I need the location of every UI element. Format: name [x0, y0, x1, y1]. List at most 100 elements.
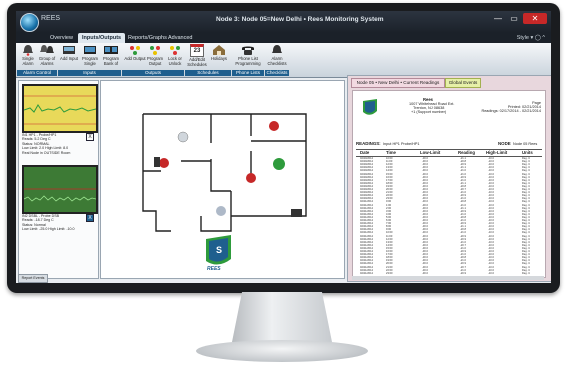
group-phone-lists: Phone Lists [232, 70, 264, 76]
group-checklists: Checklists [265, 70, 289, 76]
house-icon [213, 45, 225, 55]
sensor-green-1[interactable] [273, 158, 285, 170]
add-edit-schedules-label: Add/Edit Schedules [187, 57, 207, 67]
tab-overview[interactable]: Overview [46, 33, 77, 43]
tab-global-events[interactable]: Global Events [445, 78, 481, 88]
readings-input-label: Input HP1 Probe/HP1 [383, 142, 420, 146]
table-cell: 23:00 [386, 271, 393, 275]
app-menu-orb-icon[interactable] [20, 13, 39, 32]
readings-table-header: Date Time Low-Limit Reading High-Limit U… [356, 149, 542, 157]
col-units: Units [522, 150, 533, 155]
rees-logo-text: REES [207, 266, 221, 272]
ribbon-tabs: Overview Inputs/Outputs Reports/Graphs A… [16, 33, 551, 43]
group-schedules: Schedules [185, 70, 231, 76]
monitor-bezel: REES Node 3: Node 05=New Delhi • Rees Mo… [7, 3, 560, 293]
table-cell: -30.0 [422, 271, 428, 275]
title-bar: REES Node 3: Node 05=New Delhi • Rees Mo… [16, 11, 551, 33]
table-cell: -20.9 [460, 271, 466, 275]
telephone-icon [242, 46, 254, 55]
window-title: Node 3: Node 05=New Delhi • Rees Monitor… [216, 16, 384, 23]
device-icon[interactable] [154, 157, 160, 167]
floor-plan-map: S [142, 113, 307, 265]
col-reading: Reading [458, 150, 475, 155]
phone-list-label: Phone List Programming [235, 56, 261, 66]
tab-inputs-outputs[interactable]: Inputs/Outputs [78, 33, 126, 43]
report-horizontal-scrollbar[interactable] [352, 276, 544, 280]
minimize-button[interactable]: — [490, 13, 506, 24]
output-dots-icon [130, 46, 140, 55]
svg-text:S: S [216, 245, 222, 255]
col-time: Time [386, 150, 396, 155]
report-events-tab[interactable]: Report Events [18, 274, 48, 283]
program-output-button[interactable]: Program Output [144, 44, 166, 66]
lock-unlock-button[interactable]: Lock or Unlock [164, 44, 186, 66]
program-bank-icon [104, 46, 118, 54]
table-cell: Deg. C [522, 271, 531, 275]
floor-plan-panel: S REES [100, 80, 345, 279]
col-date: Date [360, 150, 370, 155]
add-output-button[interactable]: Add Output [124, 44, 146, 62]
program-output-label: Program Output [146, 56, 164, 66]
table-cell: 02/21/2014 [360, 271, 373, 275]
add-output-label: Add Output [124, 56, 146, 61]
program-output-icon [150, 46, 160, 55]
node-heading: NODE [498, 141, 511, 146]
col-high-limit: High-Limit [486, 150, 508, 155]
add-input-button[interactable]: Add Input [58, 44, 80, 62]
input-module-icon [63, 46, 75, 54]
alarm-group-icon [40, 45, 54, 53]
holidays-button[interactable]: Holidays [208, 44, 230, 62]
maximize-button[interactable]: ▭ [506, 13, 522, 24]
node-sub-label: Node 05 Rees [513, 142, 538, 146]
rees-logo: S [206, 235, 231, 265]
input-graph-yellow[interactable] [22, 84, 98, 133]
tab-advanced[interactable]: Advanced [164, 33, 196, 43]
card2-close-button[interactable]: X [86, 214, 94, 222]
ribbon-toolbar: Single Alarm Group of Alarms Add Input P… [16, 43, 551, 78]
report-panel: Node 05 • New Delhi • Current Readings G… [347, 75, 551, 282]
rees-report-logo-icon [363, 99, 377, 115]
readings-heading: READINGS: [356, 141, 381, 146]
alarm-checklists-label: Alarm Checklists [267, 56, 287, 66]
program-single-button[interactable]: Program Single [79, 44, 101, 66]
holidays-label: Holidays [210, 56, 228, 61]
add-input-label: Add Input [60, 56, 78, 61]
readings-report: Rees 1007 Whitehead Road Ext. Trenton, N… [352, 90, 546, 278]
card1-line-5: Real Node in OUTSIDE Room [22, 150, 71, 155]
input-status-panel: IN1 HP1 - Probe/HP1 Reads: 5.2 Deg C Sta… [18, 80, 99, 279]
tab-current-readings[interactable]: Node 05 • New Delhi • Current Readings [351, 78, 445, 88]
app-name-label: REES [41, 15, 61, 22]
table-row: 02/21/2014 23:00 -30.0 -20.9 -10.0 Deg. C [356, 272, 542, 275]
input-graph-green[interactable] [22, 165, 98, 214]
single-alarm-label: Single Alarm [22, 56, 34, 66]
card2-line-4: Low Limit: -25.0 High Limit: -10.0 [22, 227, 75, 232]
group-of-alarms-label: Group of Alarms [38, 56, 56, 66]
program-single-icon [84, 46, 96, 54]
calendar-icon: 23 [190, 44, 204, 57]
panel-icon[interactable] [291, 209, 302, 217]
lock-unlock-label: Lock or Unlock [168, 56, 182, 66]
trend-line-chart [23, 95, 97, 125]
phone-list-button[interactable]: Phone List Programming [234, 44, 262, 66]
add-edit-schedules-button[interactable]: 23 Add/Edit Schedules [186, 44, 208, 67]
close-button[interactable]: ✕ [523, 13, 547, 24]
sensor-gray-1[interactable] [177, 131, 189, 143]
program-bank-label: Program Bank of [102, 56, 120, 66]
sensor-red-3[interactable] [246, 173, 256, 183]
style-menu[interactable]: Style ▾ ◯ ^ [517, 33, 545, 43]
card1-close-button[interactable]: X [86, 133, 94, 141]
group-of-alarms-button[interactable]: Group of Alarms [36, 44, 58, 66]
sensor-red-1[interactable] [269, 121, 279, 131]
sensor-red-2[interactable] [159, 158, 169, 168]
app-window: REES Node 3: Node 05=New Delhi • Rees Mo… [16, 11, 551, 283]
group-outputs: Outputs [122, 70, 184, 76]
program-bank-button[interactable]: Program Bank of [100, 44, 122, 66]
sensor-gray-2[interactable] [216, 206, 226, 216]
input-card-1[interactable]: IN1 HP1 - Probe/HP1 Reads: 5.2 Deg C Sta… [22, 133, 94, 159]
report-address-3: +1 (Support number) [411, 110, 447, 114]
alarm-checklists-button[interactable]: Alarm Checklists [266, 44, 288, 66]
alarm-bell-icon [23, 45, 33, 56]
checklist-bell-icon [272, 45, 282, 53]
lock-dots-icon [170, 46, 180, 55]
input-card-2[interactable]: IN2 DSBL - Probe DSB Reads: -18.7 Deg C … [22, 214, 94, 240]
